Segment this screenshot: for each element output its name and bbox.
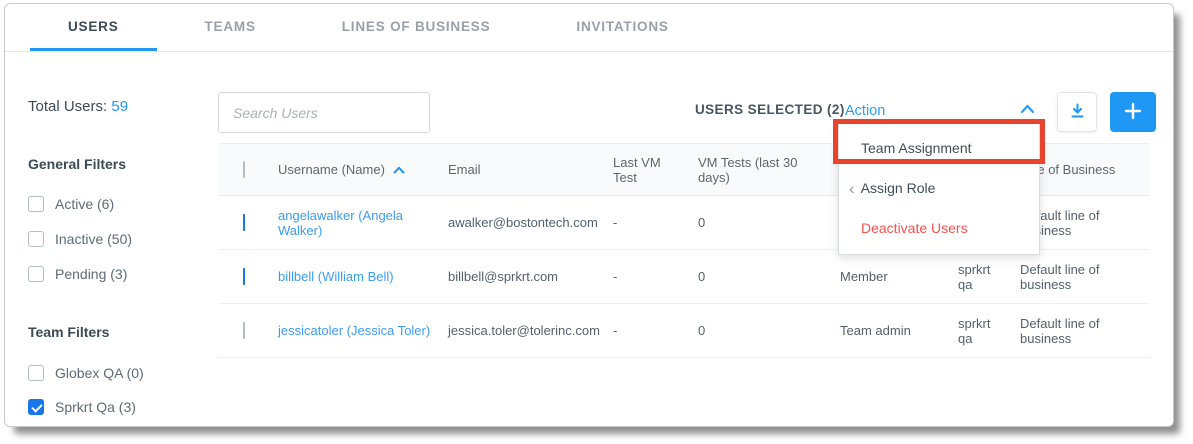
general-filters-title: General Filters — [28, 156, 218, 172]
chevron-up-icon[interactable] — [1020, 101, 1035, 119]
filter-globex-qa[interactable]: Globex QA (0) — [28, 365, 218, 381]
filter-globex-label: Globex QA (0) — [55, 365, 144, 381]
line-of-business-cell: Default line of business — [1020, 316, 1150, 346]
table-row: jessicatoler (Jessica Toler) jessica.tol… — [218, 304, 1150, 358]
last-vm-test-cell: - — [613, 269, 698, 284]
email-cell: billbell@sprkrt.com — [448, 269, 613, 284]
app-window: USERS TEAMS LINES OF BUSINESS INVITATION… — [4, 3, 1174, 427]
content-area: Total Users: 59 General Filters Active (… — [5, 52, 1173, 427]
header-last-vm-test: Last VM Test — [613, 155, 698, 185]
row-checkbox[interactable] — [243, 268, 245, 285]
team-filters-group: Team Filters Globex QA (0) Sprkrt Qa (3) — [28, 324, 218, 415]
filter-pending-checkbox[interactable] — [28, 266, 44, 282]
username-link[interactable]: jessicatoler (Jessica Toler) — [278, 323, 430, 338]
menu-item-team-assignment[interactable]: Team Assignment — [839, 128, 1039, 168]
menu-item-deactivate-users[interactable]: Deactivate Users — [839, 208, 1039, 248]
action-dropdown-trigger[interactable]: Action — [845, 103, 885, 119]
chevron-left-icon: ‹ — [849, 180, 855, 197]
vm-tests-cell: 0 — [698, 215, 840, 230]
users-selected-label: USERS SELECTED (2) — [695, 102, 845, 117]
username-link[interactable]: angelawalker (Angela Walker) — [278, 208, 403, 238]
row-checkbox[interactable] — [243, 214, 245, 231]
filter-inactive-checkbox[interactable] — [28, 231, 44, 247]
filter-sprkrt-label: Sprkrt Qa (3) — [55, 399, 136, 415]
filter-sprkrt-qa[interactable]: Sprkrt Qa (3) — [28, 399, 218, 415]
sort-ascending-icon[interactable] — [393, 162, 405, 177]
tab-lines-of-business[interactable]: LINES OF BUSINESS — [304, 4, 529, 51]
search-input[interactable] — [218, 92, 430, 133]
role-cell: Team admin — [840, 323, 958, 338]
filter-sprkrt-checkbox[interactable] — [28, 399, 44, 415]
tab-invitations[interactable]: INVITATIONS — [538, 4, 706, 51]
vm-tests-cell: 0 — [698, 269, 840, 284]
total-users: Total Users: 59 — [28, 98, 218, 115]
action-dropdown-menu: Team Assignment ‹ Assign Role Deactivate… — [838, 121, 1040, 255]
assign-role-label: Assign Role — [861, 180, 936, 196]
download-icon — [1069, 102, 1086, 122]
sidebar: Total Users: 59 General Filters Active (… — [5, 52, 218, 427]
filter-inactive[interactable]: Inactive (50) — [28, 231, 218, 247]
filter-pending-label: Pending (3) — [55, 266, 127, 282]
row-checkbox[interactable] — [243, 322, 245, 339]
filter-active-checkbox[interactable] — [28, 196, 44, 212]
header-vm-tests: VM Tests (last 30 days) — [698, 155, 840, 185]
last-vm-test-cell: - — [613, 323, 698, 338]
plus-icon — [1123, 101, 1143, 124]
add-user-button[interactable] — [1110, 92, 1156, 132]
role-cell: Member — [840, 269, 958, 284]
tab-users[interactable]: USERS — [30, 4, 157, 51]
filter-globex-checkbox[interactable] — [28, 365, 44, 381]
filter-inactive-label: Inactive (50) — [55, 231, 132, 247]
team-cell: sprkrt qa — [958, 316, 1020, 346]
tab-bar: USERS TEAMS LINES OF BUSINESS INVITATION… — [5, 4, 1173, 52]
select-all-checkbox[interactable] — [243, 161, 245, 178]
total-users-count: 59 — [111, 98, 128, 115]
select-all-cell — [218, 162, 278, 177]
team-filters-title: Team Filters — [28, 324, 218, 340]
line-of-business-cell: Default line of business — [1020, 262, 1150, 292]
vm-tests-cell: 0 — [698, 323, 840, 338]
filter-active[interactable]: Active (6) — [28, 196, 218, 212]
header-email: Email — [448, 162, 613, 177]
main-panel: USERS SELECTED (2) Action — [218, 52, 1173, 427]
username-link[interactable]: billbell (William Bell) — [278, 269, 394, 284]
header-username[interactable]: Username (Name) — [278, 162, 448, 177]
email-cell: jessica.toler@tolerinc.com — [448, 323, 613, 338]
filter-pending[interactable]: Pending (3) — [28, 266, 218, 282]
download-button[interactable] — [1057, 92, 1097, 132]
table-row: billbell (William Bell) billbell@sprkrt.… — [218, 250, 1150, 304]
last-vm-test-cell: - — [613, 215, 698, 230]
menu-item-assign-role[interactable]: ‹ Assign Role — [839, 168, 1039, 208]
filter-active-label: Active (6) — [55, 196, 114, 212]
general-filters-group: General Filters Active (6) Inactive (50)… — [28, 156, 218, 282]
tab-teams[interactable]: TEAMS — [167, 4, 294, 51]
total-users-label: Total Users: — [28, 98, 107, 115]
email-cell: awalker@bostontech.com — [448, 215, 613, 230]
team-cell: sprkrt qa — [958, 262, 1020, 292]
